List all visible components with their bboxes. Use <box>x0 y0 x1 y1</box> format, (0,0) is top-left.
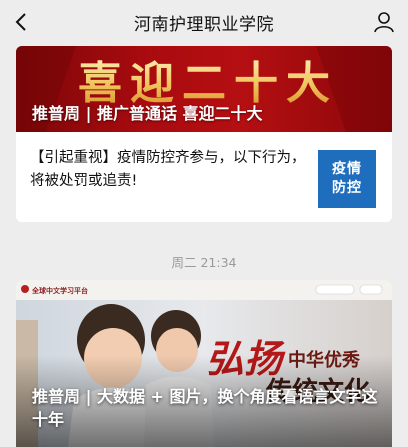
message-timestamp: 周二 21:34 <box>171 255 237 270</box>
article-card[interactable]: 弘扬 中华优秀 传统文化 全球中文学习平台 推普周 | 大数据 + 图片，换个角… <box>16 280 392 447</box>
thumbnail-text: 疫情防控 <box>332 161 362 196</box>
cover-article[interactable]: 喜迎二十大 推普周 | 推广普通话 喜迎二十大 <box>16 46 392 132</box>
article-group-card: 喜迎二十大 推普周 | 推广普通话 喜迎二十大 【引起重视】疫情防控齐参与，以下… <box>16 46 392 222</box>
cover-caption: 推普周 | 推广普通话 喜迎二十大 <box>32 104 263 123</box>
site-logo-text: 全球中文学习平台 <box>32 287 88 295</box>
article-caption: 推普周 | 大数据 + 图片，换个角度看语言文字这十年 <box>32 387 378 429</box>
sub-article-item[interactable]: 【引起重视】疫情防控齐参与，以下行为，将被处罚或追责! 疫情防控 <box>16 132 392 222</box>
person-icon <box>374 12 394 33</box>
top-nav-bar: 河南护理职业学院 <box>0 0 408 44</box>
profile-button[interactable] <box>368 6 400 38</box>
sub-article-title: 【引起重视】疫情防控齐参与，以下行为，将被处罚或追责! <box>30 150 306 189</box>
sub-article-thumbnail: 疫情防控 <box>318 150 376 208</box>
chevron-left-icon <box>15 13 26 31</box>
account-title: 河南护理职业学院 <box>134 14 274 35</box>
back-button[interactable] <box>6 6 38 38</box>
